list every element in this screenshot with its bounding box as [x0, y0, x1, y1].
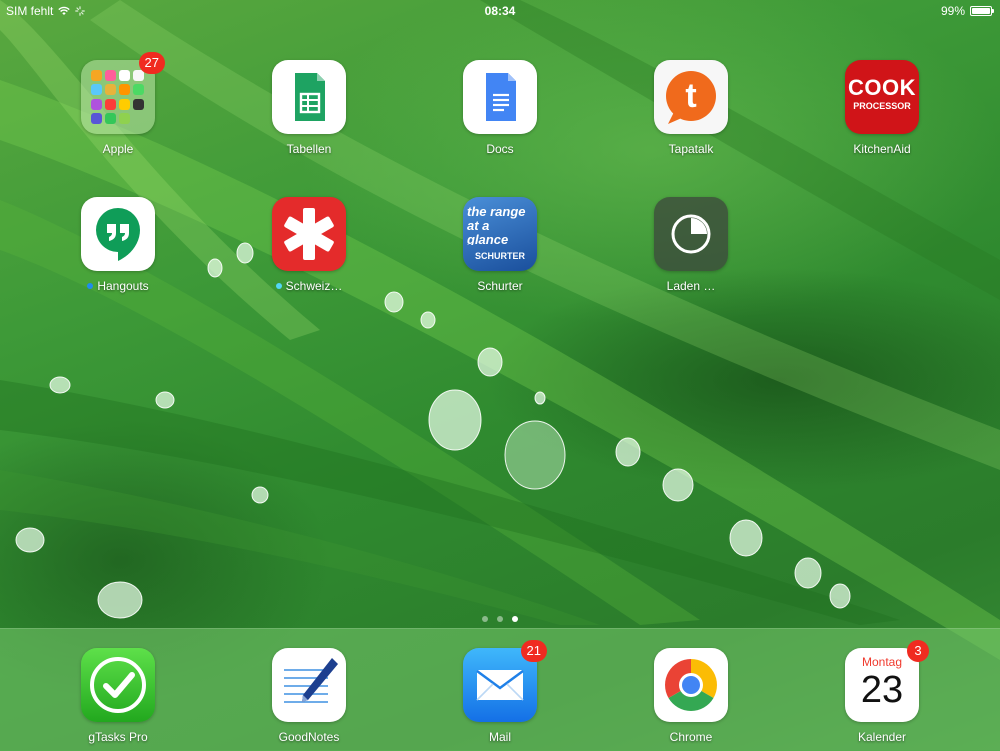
- app-laden[interactable]: Laden …: [626, 197, 756, 293]
- status-right: 99%: [940, 4, 994, 18]
- app-label: Kalender: [857, 730, 907, 744]
- logo-text-schurter: SCHURTER: [474, 251, 525, 261]
- status-bar: SIM fehlt 08:34 99%: [0, 0, 1000, 22]
- app-label: GoodNotes: [278, 730, 340, 744]
- app-schweiz[interactable]: Schweiz…: [244, 197, 374, 293]
- app-kitchenaid[interactable]: COOK PROCESSOR KitchenAid: [817, 60, 947, 156]
- svg-text:t: t: [685, 77, 696, 115]
- page-dot-active: [512, 616, 518, 622]
- app-label: KitchenAid: [853, 142, 911, 156]
- app-mail[interactable]: 21 Mail: [435, 640, 565, 744]
- app-kalender[interactable]: Montag 23 3 Kalender: [817, 640, 947, 744]
- app-tabellen[interactable]: Tabellen: [244, 60, 374, 156]
- app-label: gTasks Pro: [88, 730, 148, 744]
- logo-text-processor: PROCESSOR: [853, 101, 911, 111]
- app-gtasks-pro[interactable]: gTasks Pro: [53, 648, 183, 744]
- loading-icon: [654, 197, 728, 271]
- update-dot: [275, 283, 282, 289]
- folder-icon: 27: [81, 52, 165, 134]
- battery-percent: 99%: [940, 4, 965, 18]
- notification-badge: 21: [520, 640, 547, 662]
- calendar-day: 23: [860, 669, 904, 711]
- app-apple-folder[interactable]: 27 Apple: [53, 52, 183, 156]
- app-label: Hangouts: [97, 279, 149, 293]
- notification-badge: 3: [907, 640, 929, 662]
- cook-processor-icon: COOK PROCESSOR: [845, 60, 919, 134]
- app-docs[interactable]: Docs: [435, 60, 565, 156]
- schurter-icon: the range at a glance SCHURTER: [463, 197, 537, 271]
- hangouts-icon: [81, 197, 155, 271]
- notes-pen-icon: [272, 648, 346, 722]
- tapatalk-icon: t: [654, 60, 728, 134]
- app-chrome[interactable]: Chrome: [626, 648, 756, 744]
- battery-fill: [972, 8, 990, 14]
- sheets-icon: [272, 60, 346, 134]
- docs-icon: [463, 60, 537, 134]
- checkmark-icon: [81, 648, 155, 722]
- chrome-icon: [654, 648, 728, 722]
- calendar-icon: Montag 23 3: [845, 640, 929, 722]
- app-label: Chrome: [669, 730, 713, 744]
- app-goodnotes[interactable]: GoodNotes: [244, 648, 374, 744]
- app-label: Mail: [488, 730, 511, 744]
- page-dot: [497, 616, 503, 622]
- app-label: Laden …: [666, 279, 716, 293]
- mail-icon: 21: [463, 640, 547, 722]
- app-schurter[interactable]: the range at a glance SCHURTER Schurter: [435, 197, 565, 293]
- page-dot: [482, 616, 488, 622]
- battery-icon: [970, 6, 994, 16]
- update-dot: [87, 283, 94, 289]
- app-tapatalk[interactable]: t Tapatalk: [626, 60, 756, 156]
- app-label: Tabellen: [286, 142, 332, 156]
- logo-text-cook: COOK: [848, 75, 916, 100]
- clock: 08:34: [484, 4, 516, 18]
- notification-badge: 27: [138, 52, 165, 74]
- app-label: Tapatalk: [668, 142, 714, 156]
- app-label: Docs: [486, 142, 514, 156]
- app-label: Apple: [102, 142, 134, 156]
- page-indicator[interactable]: [0, 616, 1000, 622]
- app-hangouts[interactable]: Hangouts: [53, 197, 183, 293]
- app-label: Schweiz…: [285, 279, 343, 293]
- logo-text-range: the range at a glance: [467, 205, 526, 245]
- app-label: Schurter: [477, 279, 523, 293]
- star-icon: [272, 197, 346, 271]
